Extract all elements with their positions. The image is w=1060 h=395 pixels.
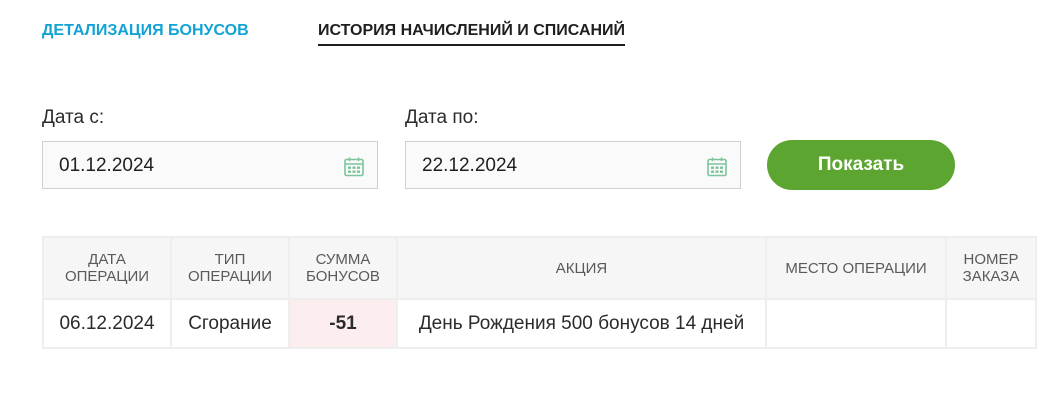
calendar-icon[interactable] — [706, 156, 728, 178]
tab-bonus-details[interactable]: ДЕТАЛИЗАЦИЯ БОНУСОВ — [42, 20, 249, 42]
date-to-value: 22.12.2024 — [422, 155, 518, 176]
column-header-type: ТИП ОПЕРАЦИИ — [170, 236, 290, 300]
operations-table: ДАТА ОПЕРАЦИИ ТИП ОПЕРАЦИИ СУММА БОНУСОВ АК… — [42, 236, 1037, 349]
date-to-field[interactable]: 22.12.2024 — [405, 141, 741, 189]
cell-amount: -51 — [288, 298, 398, 349]
show-button[interactable]: Показать — [767, 140, 955, 190]
date-from-field[interactable]: 01.12.2024 — [42, 141, 378, 189]
date-to-label: Дата по: — [405, 107, 479, 128]
column-header-date: ДАТА ОПЕРАЦИИ — [42, 236, 172, 300]
date-from-value: 01.12.2024 — [59, 155, 155, 176]
cell-place — [765, 298, 947, 349]
table-header-row: ДАТА ОПЕРАЦИИ ТИП ОПЕРАЦИИ СУММА БОНУСОВ АК… — [42, 236, 1037, 300]
calendar-icon[interactable] — [343, 156, 365, 178]
cell-promo: День Рождения 500 бонусов 14 дней — [396, 298, 767, 349]
column-header-order: НОМЕР ЗАКАЗА — [945, 236, 1037, 300]
column-header-promo: АКЦИЯ — [396, 236, 767, 300]
table-row: 06.12.2024 Сгорание -51 День Рождения 50… — [42, 298, 1037, 349]
date-from-label: Дата с: — [42, 107, 105, 128]
tab-history[interactable]: ИСТОРИЯ НАЧИСЛЕНИЙ И СПИСАНИЙ — [318, 20, 626, 46]
cell-date: 06.12.2024 — [42, 298, 172, 349]
column-header-place: МЕСТО ОПЕРАЦИИ — [765, 236, 947, 300]
cell-type: Сгорание — [170, 298, 290, 349]
cell-order — [945, 298, 1037, 349]
column-header-amount: СУММА БОНУСОВ — [288, 236, 398, 300]
